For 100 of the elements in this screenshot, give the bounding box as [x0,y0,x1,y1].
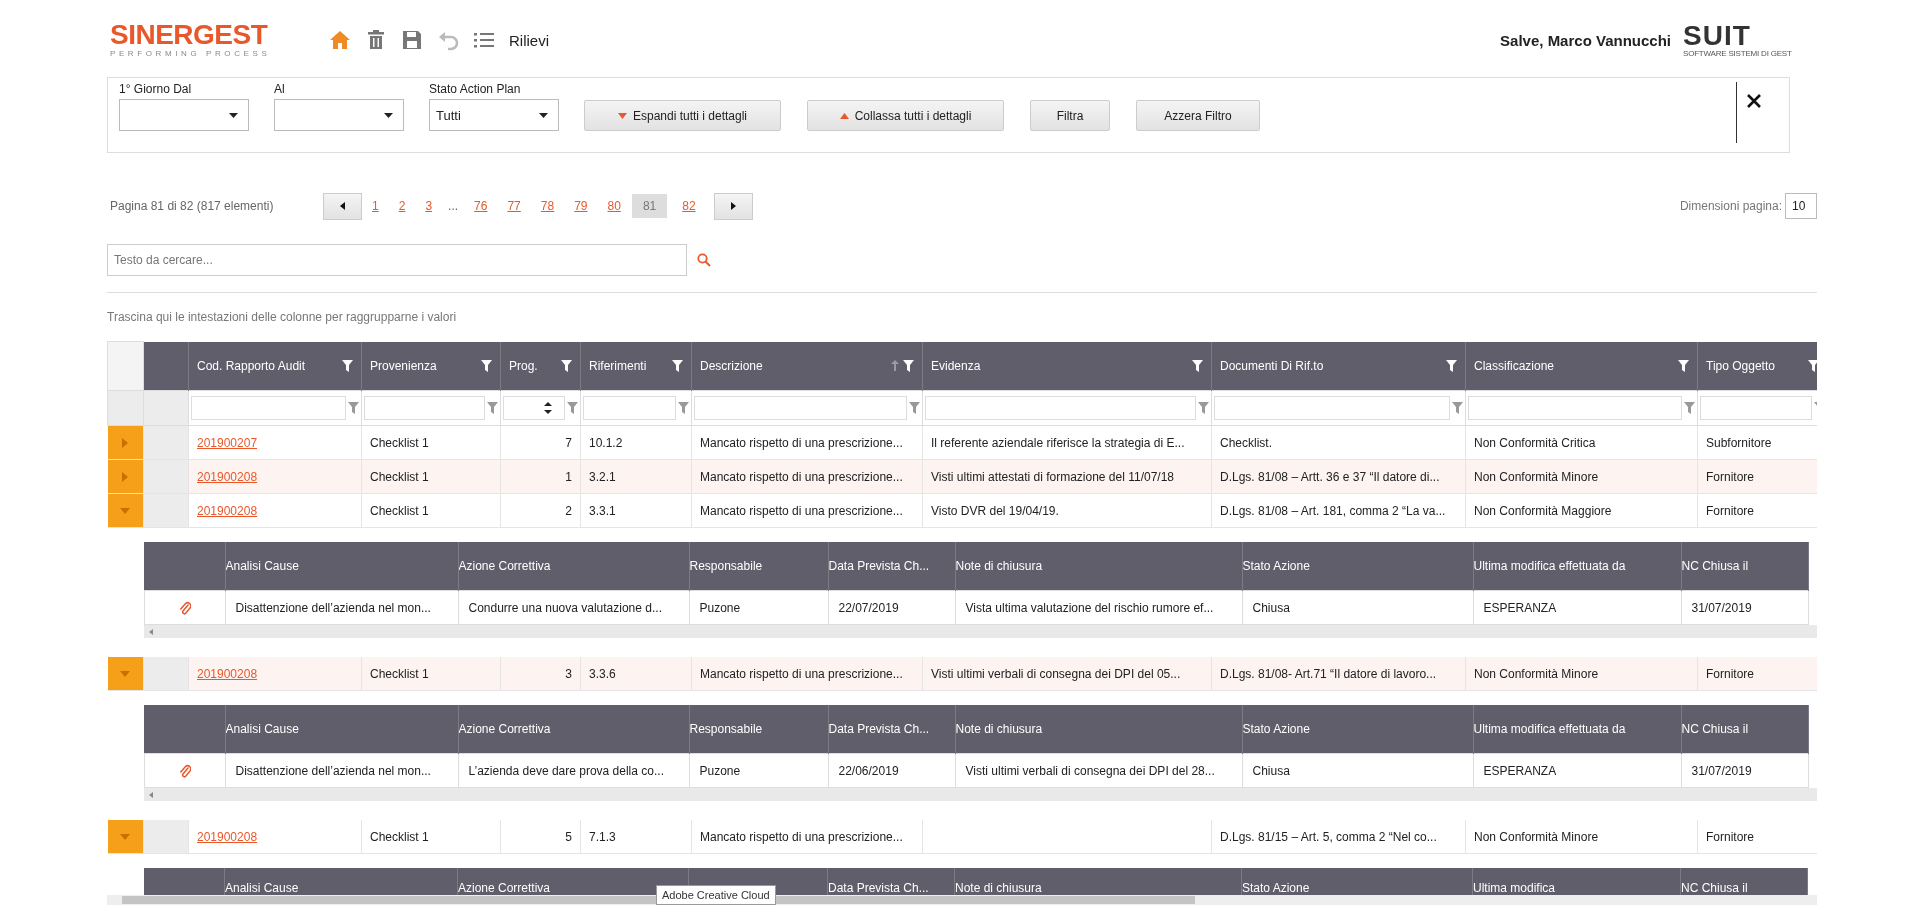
column-filter-field[interactable] [364,396,485,420]
column-filter-field[interactable] [694,396,907,420]
expand-toggle[interactable] [107,657,144,691]
column-header[interactable]: Responsabile [689,705,828,754]
filter-button[interactable]: Azzera Filtro [1136,100,1260,131]
page-link[interactable]: 2 [389,194,415,218]
filter-button[interactable]: Filtra [1030,100,1110,131]
page-link[interactable]: 81 [631,194,668,218]
table-cell: Visti ultimi attestati di formazione del 11/07/18 [922,459,1212,494]
tooltip: Adobe Creative Cloud [656,885,776,905]
column-header[interactable]: Cod. Rapporto Audit [188,341,362,391]
dropdown-field[interactable] [119,99,249,131]
table-row[interactable]: 201900208 Checklist 1 3 3.3.6 Mancato rispetto di una prescrizione... Visti ultimi verbali di consegna dei DPI del 05... D.Lgs. 81/08- Art.71 “Il datore di lavoro... Non Conformità Minore Fornitore [107,657,1817,691]
record-link[interactable]: 201900208 [197,829,258,844]
column-header[interactable]: Stato Azione [1242,705,1473,754]
column-header[interactable]: Tipo Oggetto [1697,341,1817,391]
dropdown-field[interactable]: Tutti [429,99,559,131]
column-header[interactable]: Note di chiusura [955,705,1242,754]
sort-up-icon[interactable] [891,360,899,371]
column-header[interactable]: Azione Correttiva [458,542,689,591]
column-header[interactable]: Provenienza [361,341,501,391]
column-header[interactable]: Descrizione [691,341,923,391]
paperclip-icon[interactable] [178,600,191,615]
horizontal-scrollbar[interactable] [143,788,1817,801]
page-size-field[interactable]: 10 [1785,193,1817,219]
horizontal-scrollbar[interactable] [143,625,1817,638]
expand-toggle[interactable] [107,820,144,854]
record-link[interactable]: 201900208 [197,666,258,681]
column-header[interactable]: Note di chiusura [954,868,1242,897]
column-header[interactable]: Data Prevista Ch... [828,542,955,591]
paperclip-icon[interactable] [178,763,191,778]
column-header[interactable]: Stato Azione [1241,868,1473,897]
filter-button[interactable]: Espandi tutti i dettagli [584,100,781,131]
table-cell: 10.1.2 [580,425,692,460]
record-link[interactable]: 201900208 [197,503,258,518]
column-header[interactable]: Stato Azione [1242,542,1473,591]
filter-button[interactable]: Collassa tutti i dettagli [807,100,1004,131]
table-cell: Disattenzione dell’azienda nel mon... [225,753,458,788]
save-icon[interactable] [401,29,423,51]
column-header[interactable]: Documenti Di Rif.to [1211,341,1466,391]
column-header[interactable]: Note di chiusura [955,542,1242,591]
column-header[interactable]: Analisi Cause [224,868,458,897]
close-icon[interactable] [1747,94,1761,108]
trash-icon[interactable] [365,29,387,51]
column-header[interactable]: Responsabile [689,542,828,591]
caret-icon [384,112,393,118]
expand-toggle[interactable] [107,425,144,460]
column-header[interactable]: NC Chiusa il [1681,705,1808,754]
page-link[interactable]: 80 [598,194,630,218]
table-row[interactable]: 201900208 Checklist 1 1 3.2.1 Mancato rispetto di una prescrizione... Visti ultimi attestati di formazione del 11/07/18 D.Lgs. 81/08 – Artt. 36 e 37 “Il datore di... Non Conformità Minore Fornitore [107,459,1817,494]
page-link[interactable]: 82 [673,194,705,218]
column-header[interactable]: NC Chiusa il [1681,542,1808,591]
column-filter-field[interactable] [191,396,346,420]
column-filter-field[interactable] [1700,396,1812,420]
column-header[interactable]: Riferimenti [580,341,692,391]
column-header[interactable]: Data Prevista Ch... [828,705,955,754]
expand-toggle[interactable] [107,459,144,494]
table-row[interactable]: 201900208 Checklist 1 2 3.3.1 Mancato rispetto di una prescrizione... Visto DVR del 19/04/19. D.Lgs. 81/08 – Art. 181, comma 2 “La va... Non Conformità Maggiore Fornitore [107,493,1817,528]
next-page-button[interactable] [713,192,753,220]
column-header[interactable]: Classificazione [1465,341,1698,391]
column-header[interactable]: Ultima modifica effettuata da [1473,542,1681,591]
triangle-left-icon[interactable] [148,791,153,798]
column-filter-field[interactable] [925,396,1196,420]
page-link[interactable]: 3 [416,194,442,218]
page-link[interactable]: 1 [363,194,388,218]
table-cell: 1 [500,459,581,494]
dropdown-field[interactable] [274,99,404,131]
column-filter-field[interactable] [583,396,676,420]
column-header[interactable]: Evidenza [922,341,1212,391]
column-header[interactable]: Azione Correttiva [458,705,689,754]
page-link[interactable]: 77 [498,194,530,218]
search-field[interactable]: Testo da cercare... [107,244,687,276]
table-row[interactable]: 201900207 Checklist 1 7 10.1.2 Mancato rispetto di una prescrizione... Il referente aziendale riferisce la strategia di E... Checklist. Non Conformità Critica Subfornitore [107,425,1817,460]
home-icon[interactable] [329,29,351,51]
column-header[interactable]: Prog. [500,341,581,391]
previous-page-button[interactable] [323,192,362,220]
table-cell: 3 [500,657,581,691]
record-link[interactable]: 201900207 [197,435,258,450]
triangle-right-icon [730,202,736,210]
column-header[interactable]: Data Prevista Ch... [827,868,955,897]
column-filter-field[interactable] [503,396,565,420]
column-header[interactable]: NC Chiusa il [1680,868,1808,897]
column-filter-field[interactable] [1468,396,1682,420]
search-icon[interactable] [697,253,711,267]
table-row[interactable]: 201900208 Checklist 1 5 7.1.3 Mancato rispetto di una prescrizione... D.Lgs. 81/15 – Art. 5, comma 2 “Nel co... Non Conformità Minore Fornitore [107,820,1817,854]
page-link[interactable]: 76 [465,194,497,218]
column-header[interactable]: Analisi Cause [225,705,458,754]
column-header[interactable]: Ultima modifica effettuata da [1473,705,1681,754]
table-cell: Mancato rispetto di una prescrizione... [691,459,923,494]
column-header[interactable]: Ultima modifica [1472,868,1681,897]
page-link[interactable]: 79 [565,194,597,218]
column-header[interactable]: Analisi Cause [225,542,458,591]
header-cell [107,341,144,391]
expand-toggle[interactable] [107,493,144,528]
page-link[interactable]: 78 [531,194,564,218]
column-filter-field[interactable] [1214,396,1450,420]
table-cell: ESPERANZA [1473,590,1681,625]
spinner-icon[interactable] [544,401,552,415]
record-link[interactable]: 201900208 [197,469,258,484]
triangle-left-icon[interactable] [148,628,153,635]
